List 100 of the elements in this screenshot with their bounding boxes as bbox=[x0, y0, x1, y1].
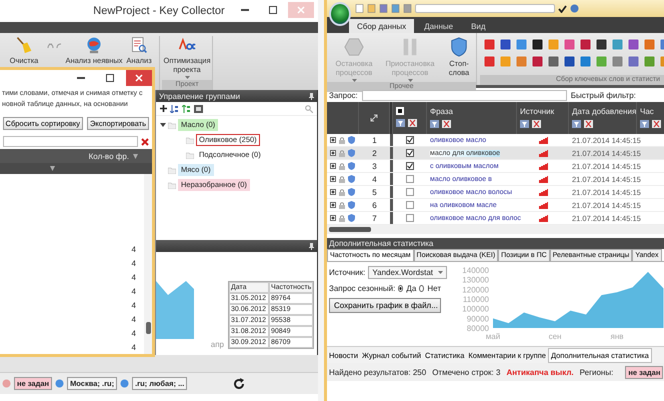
checkbox[interactable] bbox=[406, 214, 414, 222]
expand-icon bbox=[330, 137, 336, 143]
checkbox[interactable] bbox=[406, 175, 414, 183]
tool-icon bbox=[532, 56, 543, 66]
lock-icon bbox=[339, 202, 345, 208]
tool-icon bbox=[612, 56, 623, 66]
expand-icon bbox=[330, 215, 336, 221]
table-cell: 4 bbox=[132, 259, 136, 268]
tool-icon bbox=[580, 56, 591, 66]
lock-icon bbox=[339, 176, 345, 182]
minimize-icon bbox=[77, 76, 85, 78]
bar-chart-icon bbox=[538, 176, 548, 182]
hexagon-icon bbox=[344, 37, 364, 57]
bar-chart-icon bbox=[538, 150, 548, 156]
grid-icon bbox=[194, 104, 203, 112]
broom-icon bbox=[15, 36, 33, 54]
close-icon bbox=[135, 74, 143, 82]
bar-chart-icon bbox=[538, 202, 548, 208]
filter-icon bbox=[572, 120, 581, 128]
undo-redo-icon bbox=[46, 42, 64, 50]
close-button[interactable] bbox=[126, 70, 152, 86]
expand-icon bbox=[330, 176, 336, 182]
save-chart-button[interactable]: Сохранить график в файл... bbox=[329, 298, 441, 313]
tick-label: 90000 bbox=[466, 314, 489, 324]
filter-icon bbox=[520, 120, 529, 128]
query-field[interactable] bbox=[362, 90, 567, 100]
column-header[interactable]: Источник bbox=[520, 107, 565, 116]
tick-label: 120000 bbox=[462, 285, 489, 294]
checkbox[interactable] bbox=[406, 201, 414, 209]
expand-icon bbox=[330, 150, 336, 156]
tool-icon bbox=[516, 39, 527, 50]
check-icon bbox=[558, 4, 567, 12]
checkbox[interactable] bbox=[406, 188, 414, 196]
table-cell: 4 bbox=[132, 329, 136, 338]
row-number: 7 bbox=[371, 214, 378, 222]
filter-label: Быстрый фильтр: bbox=[570, 90, 636, 100]
column-header[interactable]: Час bbox=[640, 107, 663, 116]
maximize-icon bbox=[269, 6, 277, 14]
tool-icon bbox=[596, 39, 607, 50]
tick-label: май bbox=[486, 332, 500, 341]
checkbox[interactable] bbox=[406, 136, 414, 144]
tick-label: 100000 bbox=[462, 304, 489, 314]
table-cell: 4 bbox=[132, 245, 136, 254]
tool-icon bbox=[580, 39, 591, 50]
combo-field[interactable] bbox=[415, 4, 555, 13]
ribbon-tab[interactable]: Вид bbox=[463, 19, 494, 33]
tick-label: 110000 bbox=[462, 295, 489, 304]
query-label: Запрос: bbox=[329, 90, 358, 100]
row-number: 4 bbox=[371, 174, 378, 184]
bar-chart-icon bbox=[538, 214, 548, 222]
clear-filter-icon bbox=[532, 120, 541, 128]
panel-title: Дополнительная статистика bbox=[329, 239, 434, 248]
ribbon-tab[interactable]: Данные bbox=[416, 19, 462, 33]
ribbon-tab[interactable]: Сбор данных bbox=[349, 19, 414, 33]
select-all-icon bbox=[396, 107, 404, 115]
tool-icon bbox=[644, 56, 655, 66]
table-cell: 4 bbox=[132, 273, 136, 282]
filter-icon bbox=[640, 120, 649, 128]
column-header[interactable]: Фраза bbox=[430, 107, 513, 116]
close-icon bbox=[297, 6, 305, 14]
tick-label: 130000 bbox=[462, 276, 489, 285]
seasonal-label: Запрос сезонный: bbox=[329, 284, 396, 293]
checkbox[interactable] bbox=[406, 162, 414, 170]
panel-title: Управление группами bbox=[159, 92, 240, 100]
tool-icon bbox=[500, 56, 511, 66]
expand-icon bbox=[330, 163, 336, 169]
sort-icon bbox=[170, 104, 179, 112]
row-number: 5 bbox=[371, 188, 378, 196]
tool-icon bbox=[596, 56, 607, 66]
clear-filter-icon bbox=[408, 119, 417, 127]
globe-icon bbox=[85, 36, 103, 54]
source-dropdown[interactable]: Yandex.Wordstat bbox=[368, 266, 447, 279]
lock-icon bbox=[339, 188, 345, 196]
search-field[interactable] bbox=[3, 136, 138, 147]
tick-label: 80000 bbox=[466, 324, 489, 333]
checkbox[interactable] bbox=[406, 149, 414, 157]
clear-filter-icon bbox=[652, 120, 661, 128]
tick-label: сен bbox=[548, 332, 562, 341]
sort-icon bbox=[182, 104, 191, 112]
filter-icon bbox=[430, 120, 439, 128]
lock-icon bbox=[339, 136, 345, 144]
tool-icon bbox=[628, 56, 639, 66]
tool-icon bbox=[516, 56, 527, 66]
tool-icon bbox=[548, 39, 559, 50]
search-icon bbox=[305, 104, 313, 112]
tool-icon bbox=[500, 39, 511, 50]
expand-icon bbox=[370, 114, 378, 122]
tool-icon bbox=[564, 39, 575, 50]
bar-chart-icon bbox=[538, 162, 548, 170]
status-text: Найдено результатов: 250 bbox=[329, 368, 426, 376]
minimize-icon bbox=[241, 9, 249, 11]
tool-icon bbox=[644, 39, 655, 50]
regions-label: Регионы: bbox=[580, 368, 614, 376]
radio-button[interactable] bbox=[398, 285, 404, 292]
bar-chart-icon bbox=[538, 188, 548, 196]
tool-icon bbox=[484, 56, 495, 66]
folder-icon bbox=[168, 122, 176, 128]
radio-button[interactable] bbox=[419, 285, 424, 292]
expand-icon bbox=[330, 202, 336, 208]
tool-icon bbox=[484, 39, 495, 50]
